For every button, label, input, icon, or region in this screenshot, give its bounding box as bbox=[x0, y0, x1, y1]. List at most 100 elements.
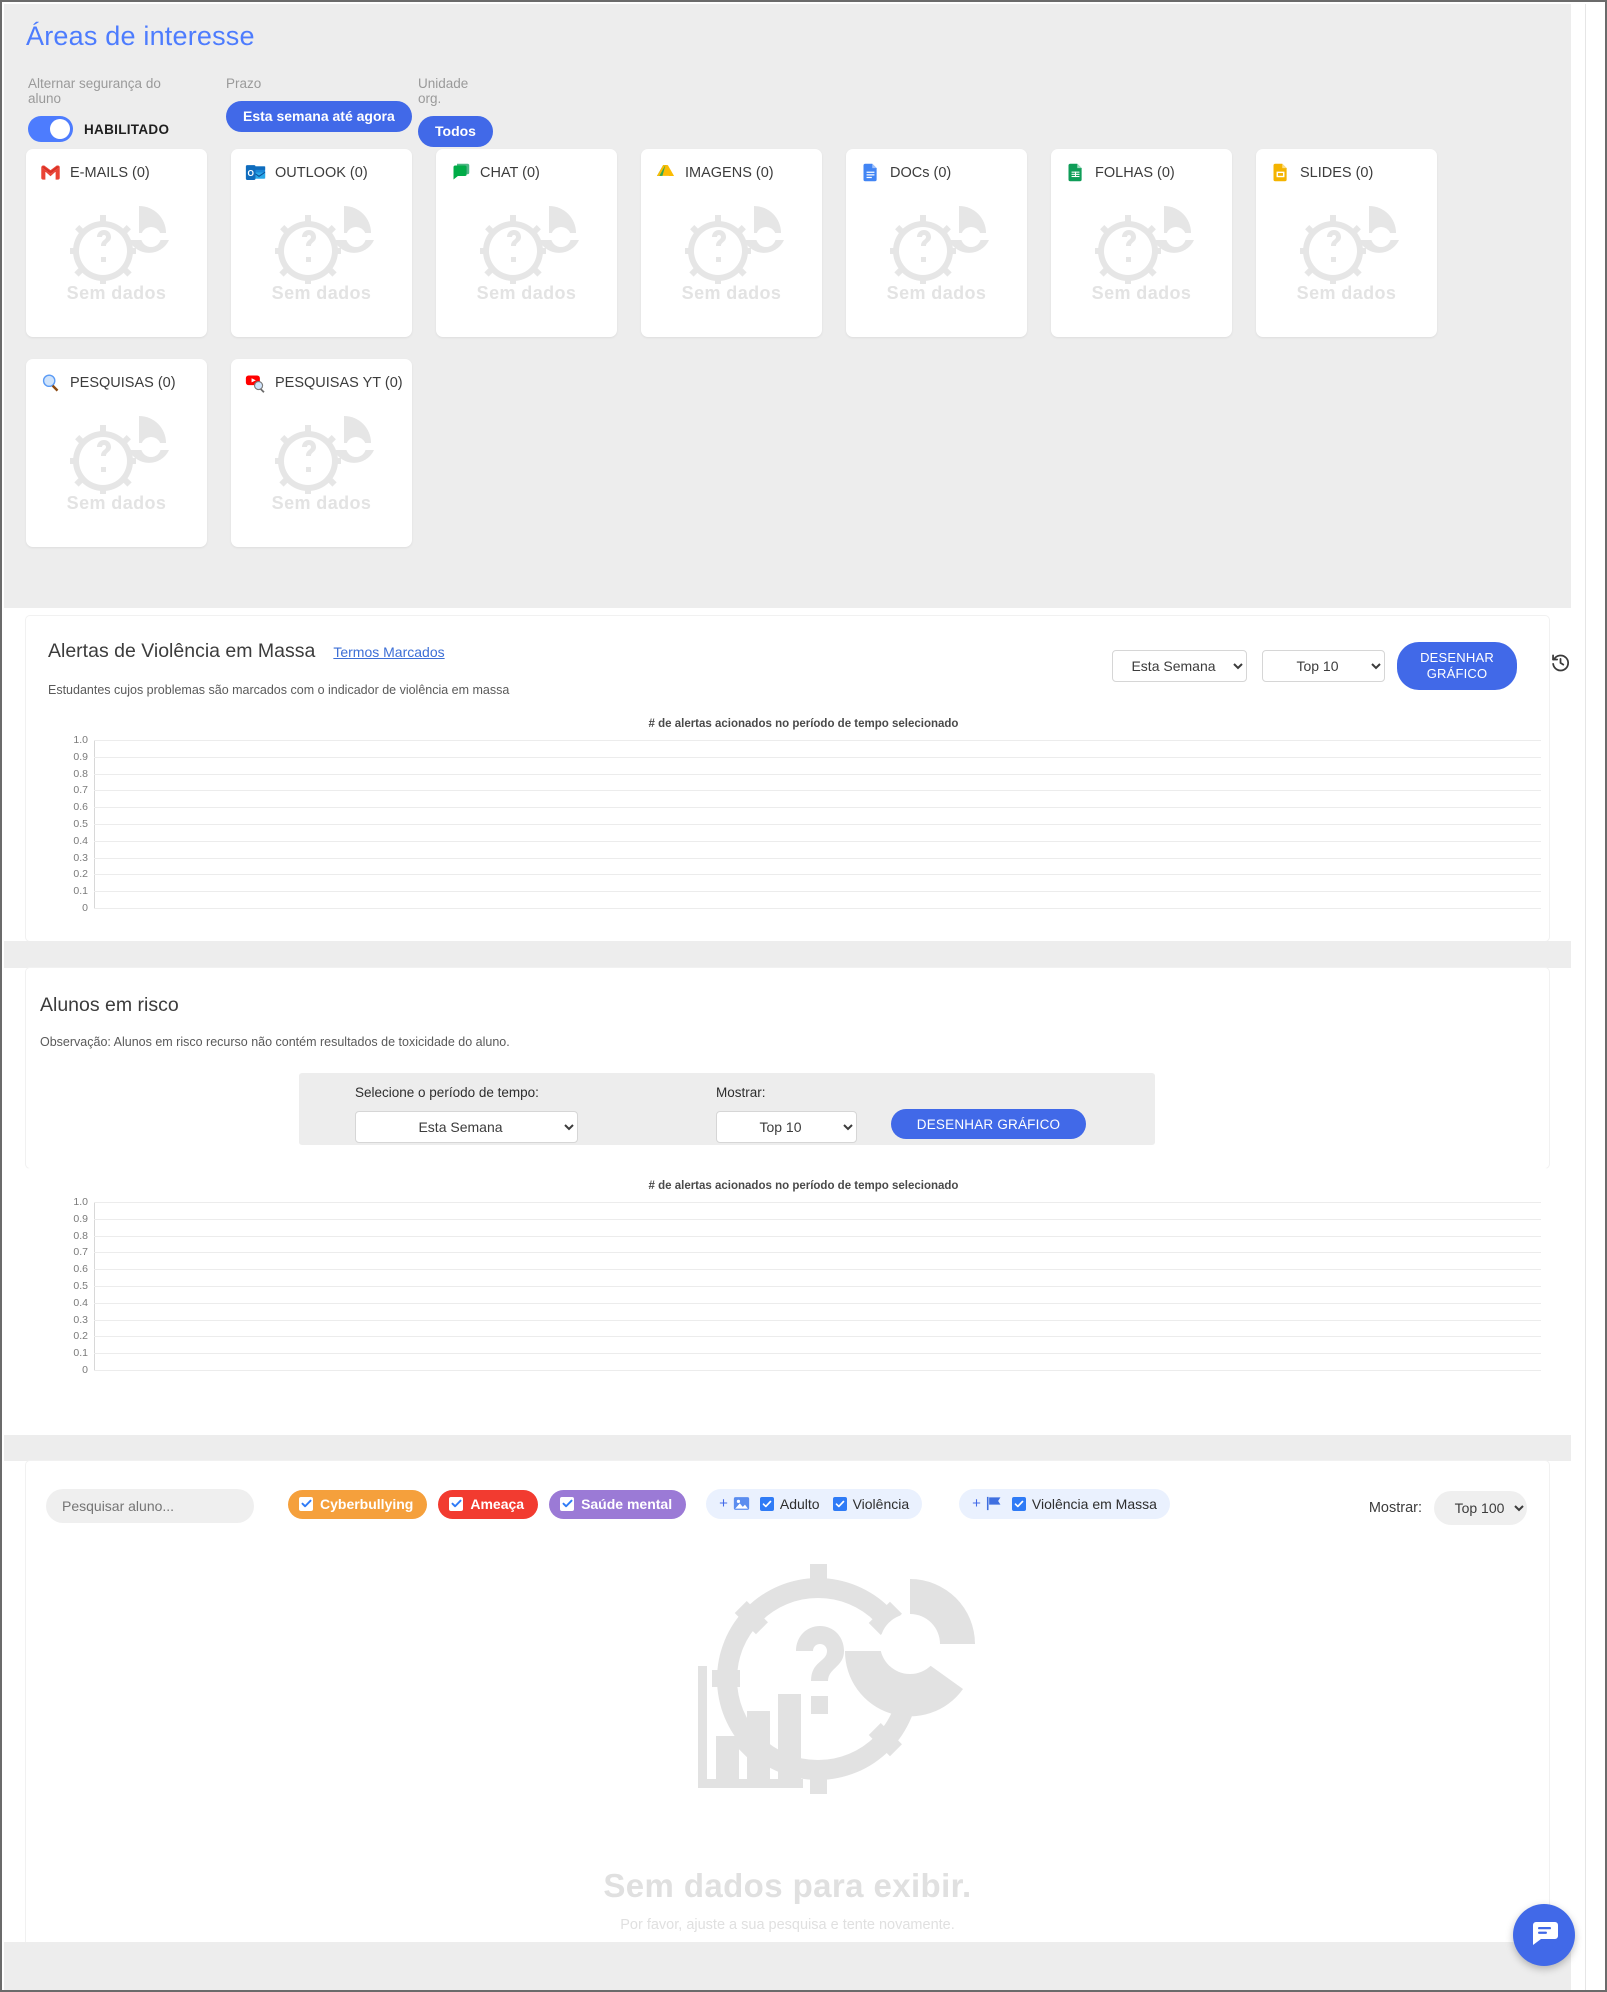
chart-gridline bbox=[94, 824, 1541, 825]
source-card-docs[interactable]: DOCs (0) Sem dados bbox=[846, 149, 1027, 337]
chat-widget-button[interactable] bbox=[1513, 1904, 1575, 1966]
student-list-top-select[interactable]: Top 100 bbox=[1434, 1491, 1527, 1525]
search-input[interactable] bbox=[46, 1489, 254, 1523]
at-risk-top-select[interactable]: Top 10 bbox=[716, 1111, 857, 1143]
source-card-title: FOLHAS (0) bbox=[1095, 164, 1175, 181]
option-label: Violência em Massa bbox=[1031, 1495, 1157, 1512]
option-violencia[interactable]: Violência bbox=[832, 1495, 910, 1512]
no-data-gauge-icon bbox=[1094, 206, 1194, 287]
student-safety-toggle[interactable] bbox=[28, 116, 73, 142]
empty-state-title: Sem dados para exibir. bbox=[603, 1867, 972, 1904]
org-unit-pill[interactable]: Todos bbox=[418, 116, 493, 147]
chart-gridline bbox=[94, 908, 1541, 909]
filter-tags: Cyberbullying Ameaça Saúde mental + Adul… bbox=[288, 1489, 1181, 1519]
chart-y-tick: 0.7 bbox=[73, 1246, 88, 1259]
filter-group-images[interactable]: + Adulto Violência bbox=[706, 1489, 923, 1519]
chart-y-tick: 0 bbox=[82, 1364, 88, 1376]
flag-icon bbox=[986, 1496, 1002, 1511]
google-docs-icon bbox=[860, 162, 881, 183]
checkbox-checked-icon bbox=[560, 1496, 575, 1511]
image-icon bbox=[733, 1496, 750, 1511]
checkbox-checked-icon bbox=[299, 1496, 313, 1511]
svg-text:O: O bbox=[247, 168, 254, 178]
option-adulto[interactable]: Adulto bbox=[759, 1495, 820, 1512]
source-card-pesquisas-yt[interactable]: PESQUISAS YT (0) Sem dados bbox=[231, 359, 412, 547]
empty-state-subtitle: Por favor, ajuste a sua pesquisa e tente… bbox=[620, 1917, 955, 1933]
page-title: Áreas de interesse bbox=[26, 21, 255, 51]
page-scrollbar[interactable] bbox=[1585, 4, 1603, 1990]
no-data-gauge-icon bbox=[274, 416, 374, 497]
google-drive-icon bbox=[655, 162, 676, 183]
chart-y-tick: 0 bbox=[82, 902, 88, 914]
mass-violence-top-select[interactable]: Top 10 bbox=[1262, 650, 1385, 682]
source-card-title: PESQUISAS (0) bbox=[70, 374, 176, 391]
source-card-title: CHAT (0) bbox=[480, 164, 540, 181]
tag-cyberbullying[interactable]: Cyberbullying bbox=[288, 1489, 428, 1519]
flagged-terms-link[interactable]: Termos Marcados bbox=[333, 644, 444, 660]
areas-of-interest-panel: Áreas de interesse Alternar segurança do… bbox=[4, 4, 1571, 608]
source-card-pesquisas[interactable]: PESQUISAS (0) Sem dados bbox=[26, 359, 207, 547]
source-card-empty-state: Sem dados bbox=[231, 409, 412, 514]
source-card-empty-text: Sem dados bbox=[66, 283, 167, 303]
source-card-emails[interactable]: E-MAILS (0) Sem dados bbox=[26, 149, 207, 337]
option-label: Adulto bbox=[779, 1495, 820, 1512]
chart-gridline bbox=[94, 857, 1541, 859]
mass-violence-section: Alertas de Violência em Massa Termos Mar… bbox=[26, 616, 1570, 941]
mass-violence-draw-chart-button[interactable]: DESENHAR GRÁFICO bbox=[1397, 642, 1517, 690]
no-data-chart-icon bbox=[697, 1564, 975, 1794]
chart-gridline bbox=[94, 1319, 1541, 1321]
at-risk-period-select[interactable]: Esta Semana bbox=[355, 1111, 578, 1143]
tag-ameaca[interactable]: Ameaça bbox=[438, 1489, 539, 1519]
chart-y-tick: 1.0 bbox=[73, 1196, 88, 1208]
chart-gridline bbox=[94, 740, 1541, 741]
source-card-chat[interactable]: CHAT (0) Sem dados bbox=[436, 149, 617, 337]
at-risk-period-label: Selecione o período de tempo: bbox=[355, 1085, 539, 1100]
chart-y-tick: 0.3 bbox=[73, 1313, 88, 1326]
tag-saude-mental[interactable]: Saúde mental bbox=[549, 1489, 687, 1519]
chart-gridline bbox=[94, 891, 1541, 893]
source-card-empty-text: Sem dados bbox=[886, 283, 987, 303]
at-risk-draw-chart-button[interactable]: DESENHAR GRÁFICO bbox=[891, 1109, 1086, 1139]
page-bottom-gap bbox=[4, 1942, 1571, 1990]
source-card-empty-state: Sem dados bbox=[1051, 199, 1232, 304]
source-card-folhas[interactable]: FOLHAS (0) Sem dados bbox=[1051, 149, 1232, 337]
tag-label: Saúde mental bbox=[581, 1495, 673, 1512]
source-card-empty-state: Sem dados bbox=[1256, 199, 1437, 304]
chart-gridline bbox=[94, 756, 1541, 758]
source-card-empty-text: Sem dados bbox=[1091, 283, 1192, 303]
mass-violence-period-select[interactable]: Esta Semana bbox=[1112, 650, 1247, 682]
source-card-empty-text: Sem dados bbox=[66, 493, 167, 513]
google-sheets-icon bbox=[1065, 162, 1086, 183]
student-safety-toggle-value: HABILITADO bbox=[84, 121, 170, 137]
timeframe-pill[interactable]: Esta semana até agora bbox=[226, 101, 412, 132]
source-card-imagens[interactable]: IMAGENS (0) Sem dados bbox=[641, 149, 822, 337]
filter-group-flags[interactable]: + Violência em Massa bbox=[959, 1489, 1170, 1519]
student-list-empty-state: Sem dados para exibir. Por favor, ajuste… bbox=[26, 1556, 1549, 1933]
source-card-slides[interactable]: SLIDES (0) Sem dados bbox=[1256, 149, 1437, 337]
at-risk-chart: # de alertas acionados no período de tem… bbox=[66, 1180, 1541, 1378]
page-content: Áreas de interesse Alternar segurança do… bbox=[4, 4, 1589, 1990]
chart-gridline bbox=[94, 790, 1541, 792]
chart-gridline bbox=[94, 1235, 1541, 1237]
chart-y-tick: 0.9 bbox=[73, 1212, 88, 1225]
source-card-empty-state: Sem dados bbox=[436, 199, 617, 304]
mass-violence-title: Alertas de Violência em Massa bbox=[48, 640, 316, 662]
filter-student-safety: Alternar segurança do aluno HABILITADO bbox=[28, 76, 169, 142]
chart-gridline bbox=[94, 1218, 1541, 1220]
tag-label: Cyberbullying bbox=[320, 1495, 414, 1512]
source-card-outlook[interactable]: O OUTLOOK (0) Sem dados bbox=[231, 149, 412, 337]
chart-y-tick: 0.4 bbox=[73, 1296, 88, 1309]
history-reset-icon[interactable] bbox=[1550, 652, 1571, 678]
chart-y-tick: 0.7 bbox=[73, 784, 88, 797]
chart-y-tick: 0.9 bbox=[73, 750, 88, 763]
at-risk-show-label: Mostrar: bbox=[716, 1085, 766, 1100]
option-label: Violência bbox=[852, 1495, 910, 1512]
chart-title: # de alertas acionados no período de tem… bbox=[648, 718, 959, 730]
option-violencia-em-massa[interactable]: Violência em Massa bbox=[1011, 1495, 1157, 1512]
chart-gridline bbox=[94, 1269, 1541, 1271]
chart-y-tick: 1.0 bbox=[73, 734, 88, 746]
section-gap bbox=[4, 941, 1571, 968]
mass-violence-subtitle: Estudantes cujos problemas são marcados … bbox=[48, 683, 510, 697]
chart-y-tick: 0.4 bbox=[73, 834, 88, 847]
outlook-icon: O bbox=[245, 162, 266, 183]
